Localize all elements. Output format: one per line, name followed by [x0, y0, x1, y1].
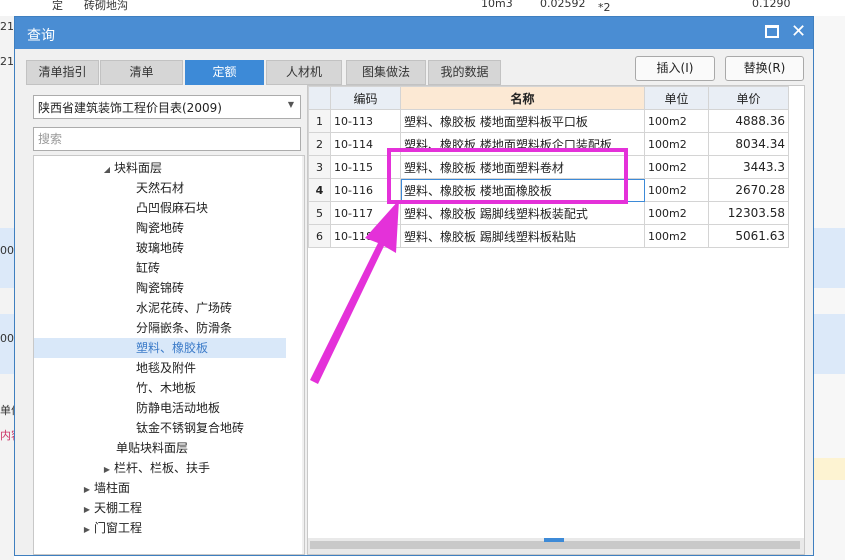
arrow-icon [310, 200, 399, 384]
annotation-arrow [310, 200, 399, 384]
